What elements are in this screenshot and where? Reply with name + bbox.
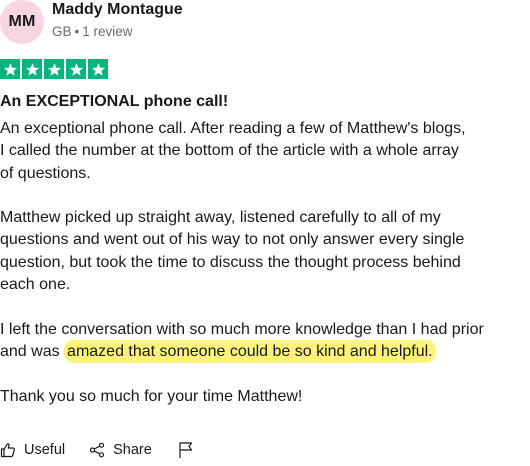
star-rating <box>0 59 108 79</box>
review-text-line: each one. <box>0 276 71 294</box>
review-text-line: questions and went out of his way to not… <box>0 231 465 249</box>
reviewer-name[interactable]: Maddy Montague <box>52 0 183 20</box>
review-paragraph: Thank you so much for your time Matthew! <box>0 386 515 408</box>
review-title[interactable]: An EXCEPTIONAL phone call! <box>0 92 228 112</box>
review-paragraph: An exceptional phone call. After reading… <box>0 118 515 185</box>
highlighted-text: amazed that someone could be so kind and… <box>64 339 436 363</box>
review-text-line: question, but took the time to discuss t… <box>0 253 461 271</box>
review-text-line: An exceptional phone call. After reading… <box>0 120 466 137</box>
review-header: MM Maddy Montague GB • 1 review <box>0 0 520 46</box>
review-text-line: I left the conversation with so much mor… <box>0 320 484 338</box>
review-paragraph: Matthew picked up straight away, listene… <box>0 207 515 296</box>
review-actions: Useful Share <box>0 440 194 460</box>
review-card: MM Maddy Montague GB • 1 review An EXCEPTI… <box>0 0 530 466</box>
star-icon <box>88 59 108 79</box>
review-text-prefix: and was <box>0 342 65 360</box>
review-text-line: I called the number at the bottom of the… <box>0 142 459 160</box>
avatar[interactable]: MM <box>0 0 44 44</box>
star-icon <box>44 59 64 79</box>
share-label: Share <box>113 442 152 458</box>
review-paragraph: I left the conversation with so much mor… <box>0 319 515 364</box>
meta-separator: • <box>74 24 80 39</box>
useful-button[interactable]: Useful <box>0 442 65 458</box>
share-button[interactable]: Share <box>89 442 152 458</box>
reviewer-country: GB <box>52 24 72 39</box>
review-text-line: Thank you so much for your time Matthew! <box>0 387 303 405</box>
reviewer-meta: GB • 1 review <box>52 24 133 40</box>
star-icon <box>22 59 42 79</box>
report-button[interactable] <box>178 441 194 459</box>
reviewer-review-count: 1 review <box>82 24 133 39</box>
star-icon <box>66 59 86 79</box>
star-icon <box>0 59 20 79</box>
review-text-line: Matthew picked up straight away, listene… <box>0 209 441 227</box>
review-body: An exceptional phone call. After reading… <box>0 118 515 430</box>
thumbs-up-icon <box>0 442 16 458</box>
flag-icon <box>178 441 194 459</box>
share-icon <box>89 442 105 458</box>
review-text-line: of questions. <box>0 164 91 182</box>
review-text-line: and was amazed that someone could be so … <box>0 339 515 363</box>
useful-label: Useful <box>24 442 66 458</box>
